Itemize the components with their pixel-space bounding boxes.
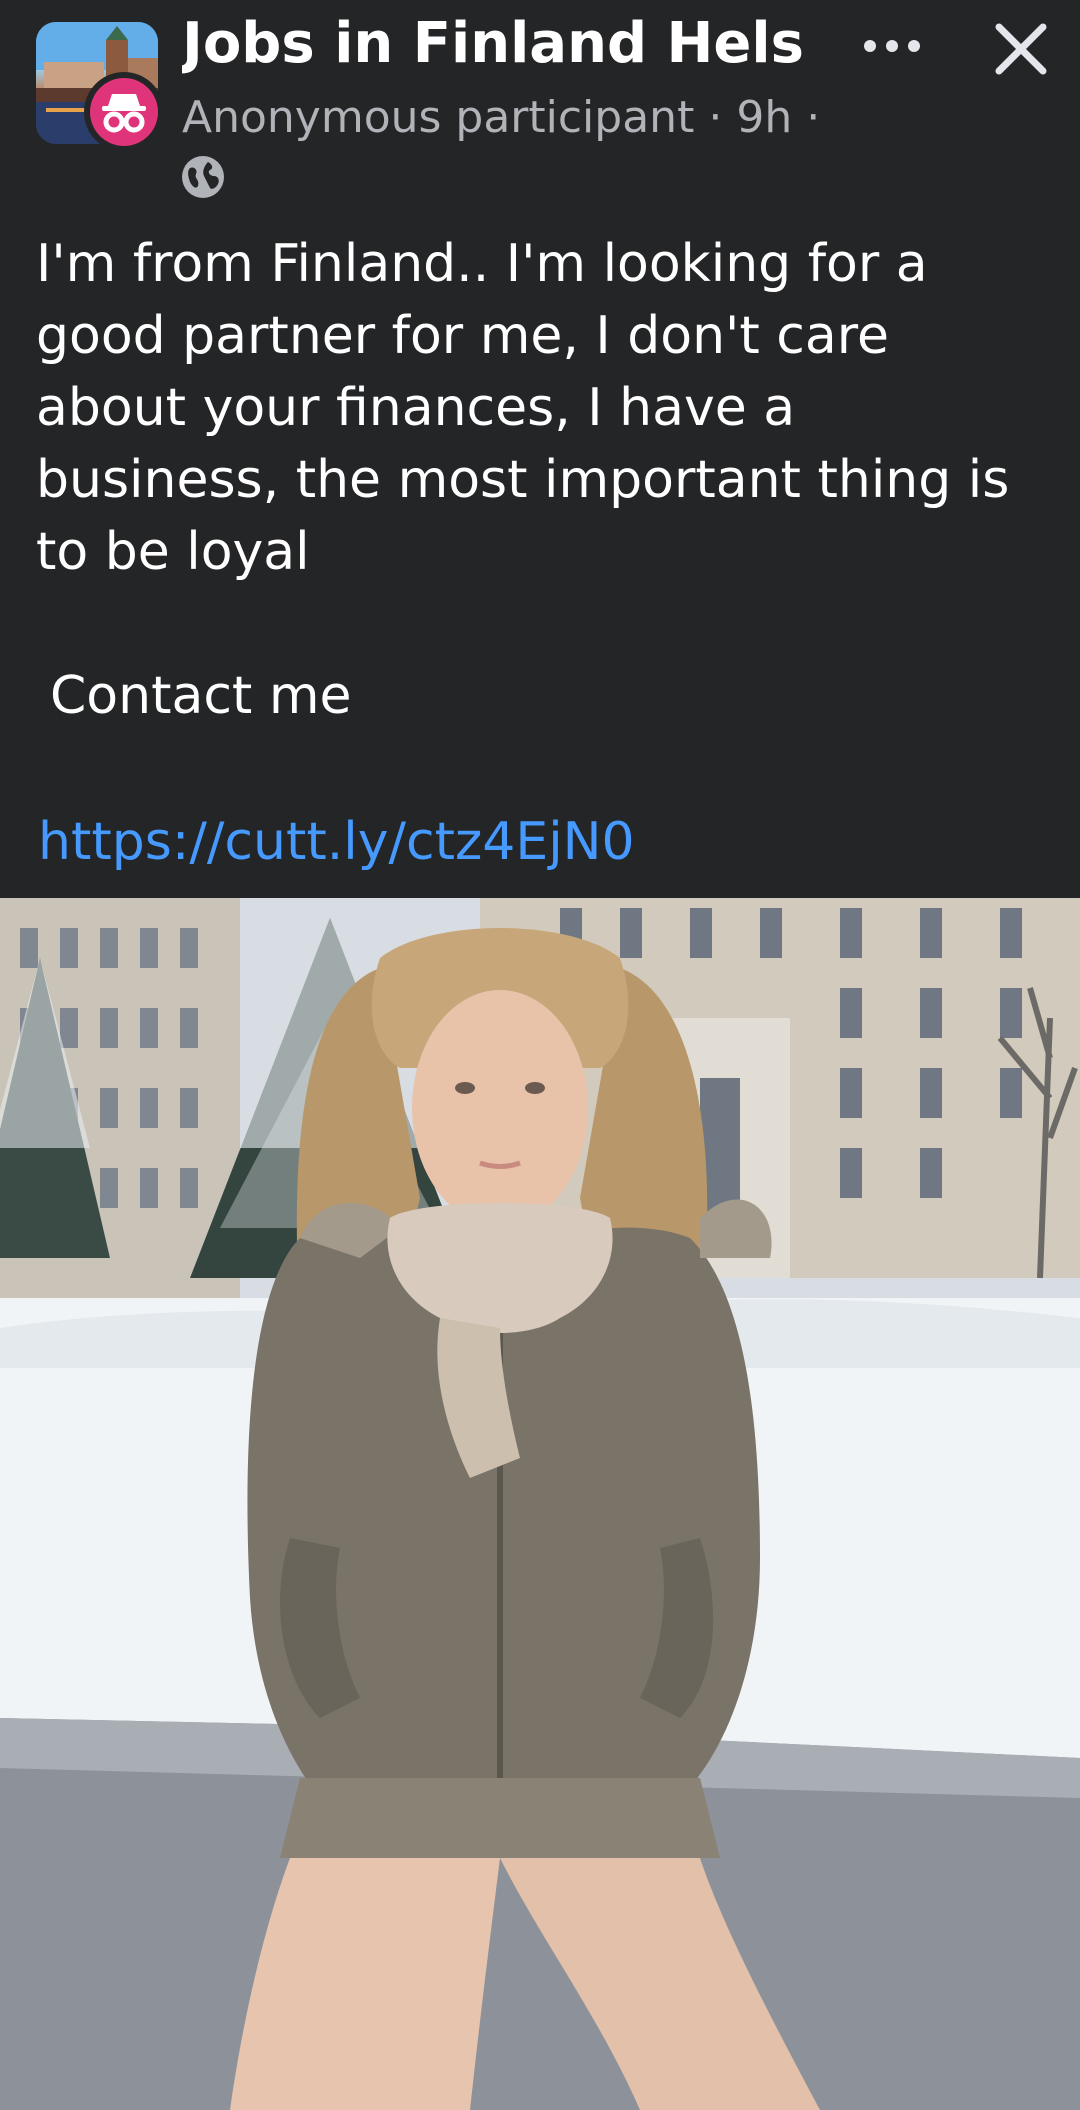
- post-header: Jobs in Finland Helsi... Anonymous parti…: [0, 0, 1080, 215]
- globe-icon[interactable]: [180, 154, 226, 200]
- post-text: I'm from Finland.. I'm looking for a goo…: [36, 228, 1046, 588]
- post-link[interactable]: https://cutt.ly/ctz4EjN0: [38, 806, 635, 878]
- meta-separator: ·: [708, 92, 723, 143]
- close-icon: [995, 23, 1047, 75]
- group-name[interactable]: Jobs in Finland Helsi...: [182, 8, 802, 80]
- post-time[interactable]: 9h: [736, 88, 792, 148]
- close-button[interactable]: [982, 10, 1060, 88]
- post-message: I'm from Finland.. I'm looking for a goo…: [36, 234, 1010, 582]
- more-horizontal-icon: [864, 40, 920, 52]
- anonymous-avatar: [84, 72, 164, 152]
- post-meta: Anonymous participant · 9h ·: [182, 88, 820, 148]
- author-name[interactable]: Anonymous participant: [182, 88, 694, 148]
- woman-in-winter-parka-photo: [0, 898, 1080, 2110]
- incognito-icon: [102, 94, 146, 133]
- more-options-button[interactable]: [852, 14, 932, 78]
- contact-text: Contact me: [50, 666, 352, 726]
- post-photo[interactable]: [0, 898, 1080, 2110]
- meta-separator-trailing: ·: [806, 92, 821, 143]
